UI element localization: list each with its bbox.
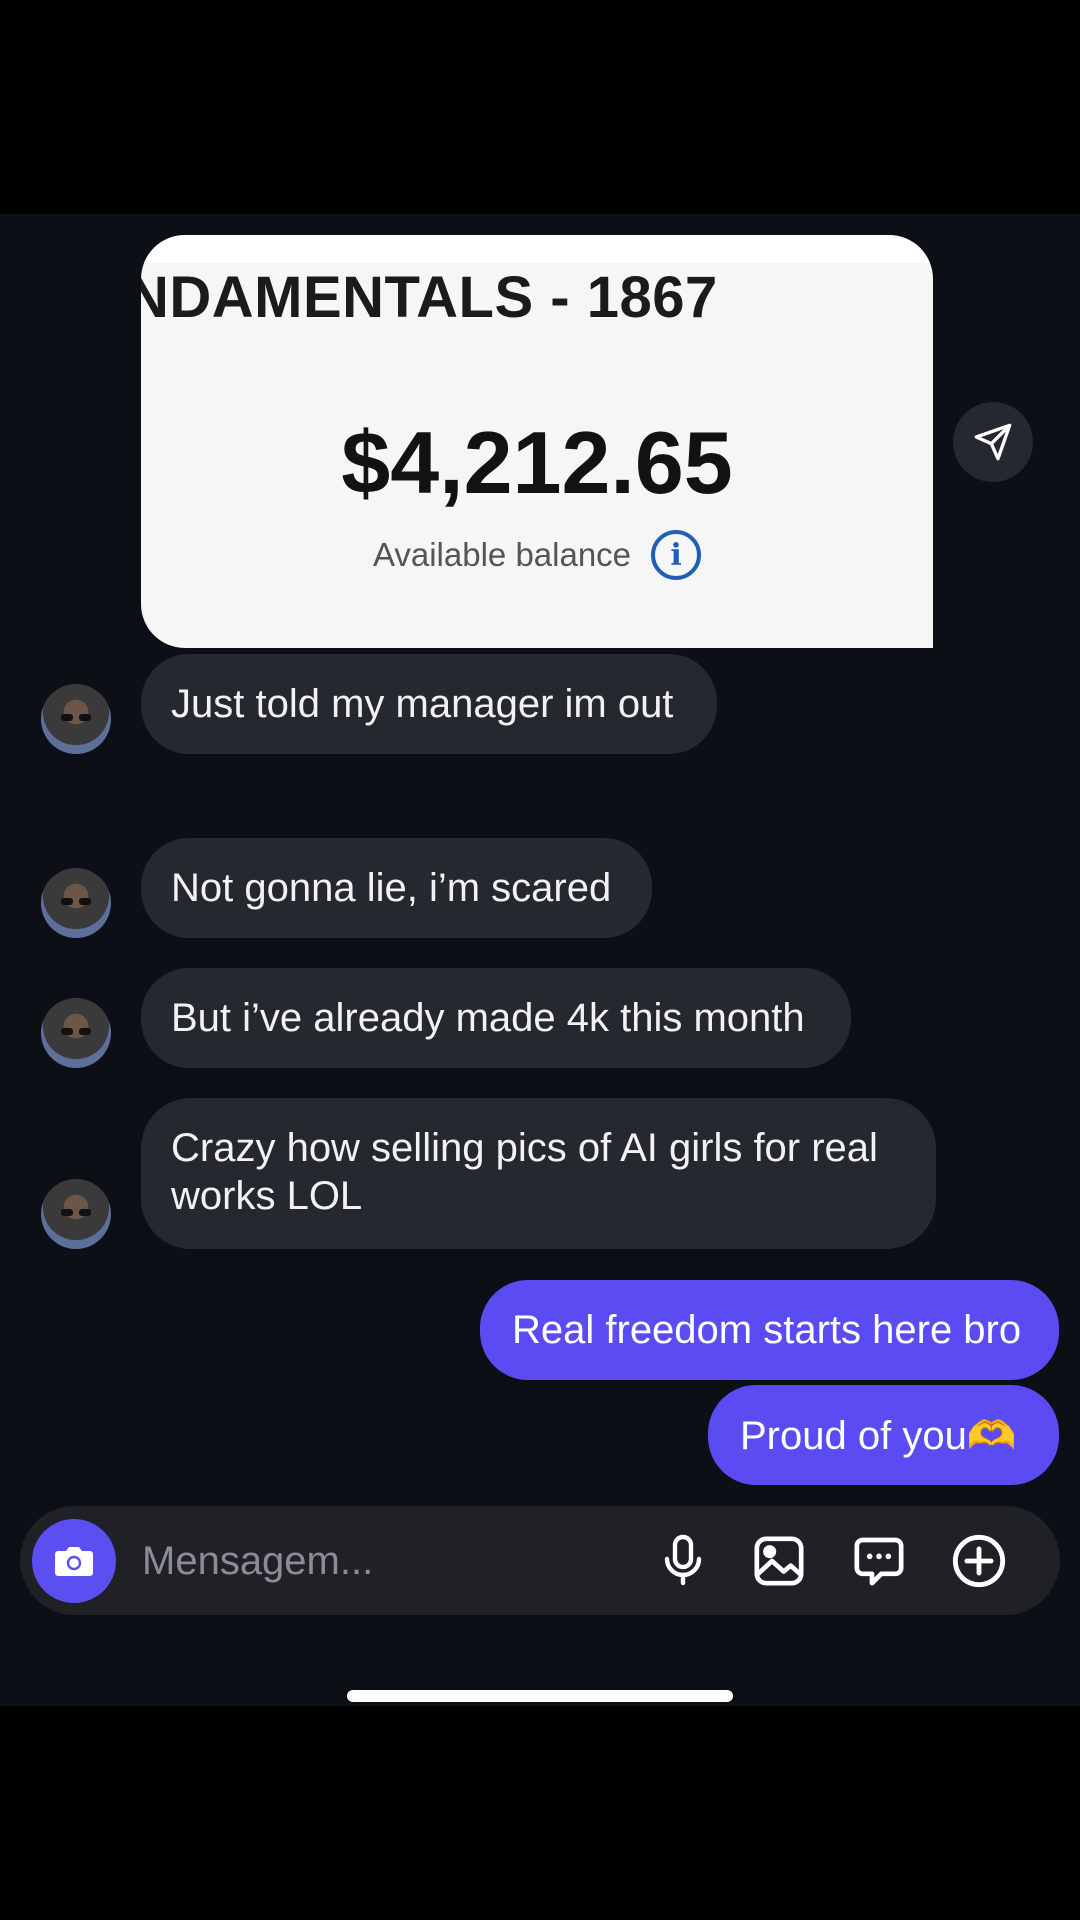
outgoing-message[interactable]: Real freedom starts here bro <box>480 1280 1059 1380</box>
card-caption: Available balance i <box>141 530 933 580</box>
incoming-message[interactable]: Not gonna lie, i’m scared <box>141 838 652 938</box>
avatar[interactable] <box>41 1179 111 1249</box>
incoming-message[interactable]: Just told my manager im out <box>141 654 717 754</box>
send-icon[interactable] <box>953 402 1033 482</box>
message-input[interactable] <box>140 1530 624 1592</box>
camera-icon[interactable] <box>32 1519 116 1603</box>
incoming-message[interactable]: But i’ve already made 4k this month <box>141 968 851 1068</box>
avatar[interactable] <box>41 868 111 938</box>
chat-bubble-icon[interactable] <box>848 1530 910 1592</box>
avatar[interactable] <box>41 998 111 1068</box>
card-amount: $4,212.65 <box>341 413 733 512</box>
card-title: NDAMENTALS - 1867 <box>127 265 718 330</box>
message-composer <box>20 1506 1060 1615</box>
incoming-message[interactable]: Crazy how selling pics of AI girls for r… <box>141 1098 936 1249</box>
plus-circle-icon[interactable] <box>948 1530 1010 1592</box>
avatar[interactable] <box>41 684 111 754</box>
info-icon: i <box>651 530 702 580</box>
outgoing-message[interactable]: Proud of you🫶 <box>708 1385 1059 1485</box>
microphone-icon[interactable] <box>652 1530 714 1592</box>
image-icon[interactable] <box>748 1530 810 1592</box>
home-indicator[interactable] <box>347 1690 733 1702</box>
available-balance-label: Available balance <box>372 536 632 573</box>
card-top-strip <box>141 235 933 263</box>
